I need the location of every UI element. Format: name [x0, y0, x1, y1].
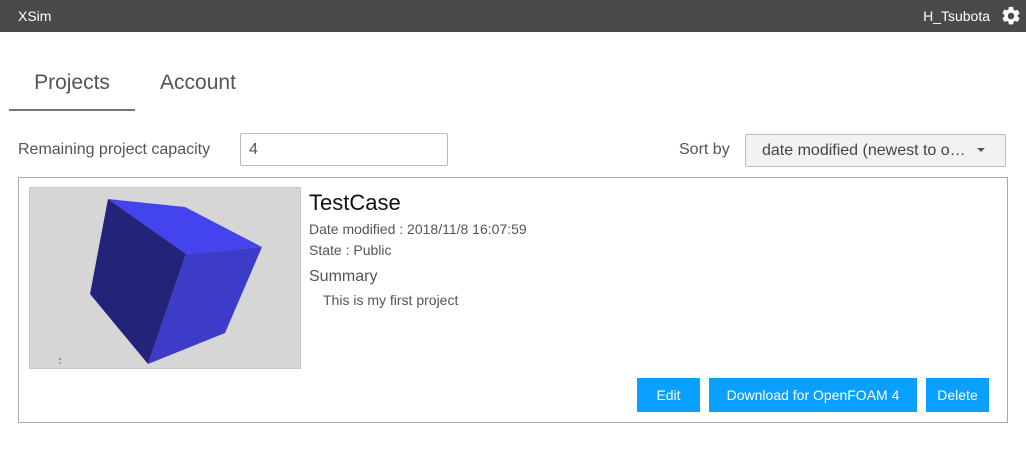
tab-account[interactable]: Account	[143, 66, 253, 109]
cube-preview	[58, 199, 262, 364]
edit-button[interactable]: Edit	[637, 378, 700, 412]
sort-selected-value: date modified (newest to oldest)	[762, 142, 968, 159]
sort-label: Sort by	[679, 141, 730, 158]
project-thumbnail[interactable]	[29, 187, 301, 369]
capacity-input[interactable]	[240, 133, 448, 166]
project-date-modified: Date modified : 2018/11/8 16:07:59	[309, 221, 527, 237]
project-name: TestCase	[309, 190, 401, 215]
username[interactable]: H_Tsubota	[923, 8, 990, 24]
download-button[interactable]: Download for OpenFOAM 4	[709, 378, 917, 412]
capacity-label: Remaining project capacity	[18, 141, 211, 158]
app-title[interactable]: XSim	[18, 8, 51, 24]
sort-dropdown[interactable]: date modified (newest to oldest)	[745, 134, 1006, 167]
summary-heading: Summary	[309, 268, 378, 285]
caret-down-icon	[977, 148, 985, 152]
project-state: State : Public	[309, 242, 392, 258]
delete-button[interactable]: Delete	[926, 378, 989, 412]
top-bar: XSim H_Tsubota	[0, 0, 1026, 32]
project-card: TestCase Date modified : 2018/11/8 16:07…	[18, 177, 1008, 423]
tab-projects[interactable]: Projects	[9, 66, 135, 111]
gear-icon[interactable]	[1000, 5, 1022, 27]
summary-text: This is my first project	[323, 292, 459, 308]
